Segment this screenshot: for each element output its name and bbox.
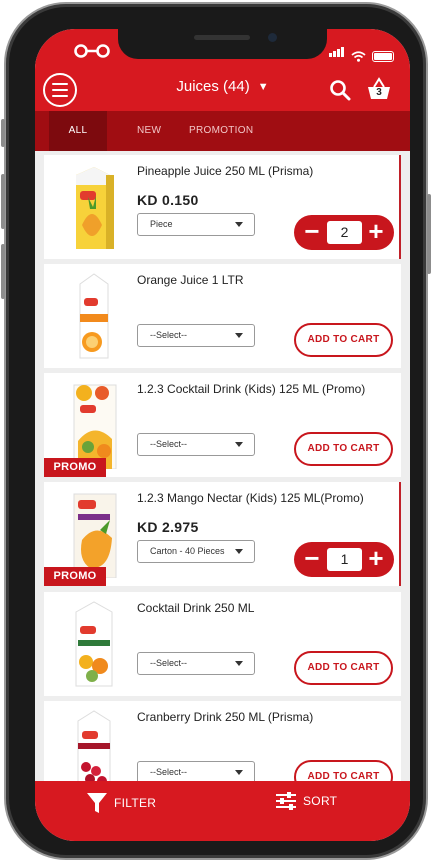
battery-icon <box>372 51 394 62</box>
unit-select[interactable]: --Select-- <box>137 761 255 781</box>
unit-select[interactable]: Piece <box>137 213 255 236</box>
sort-button[interactable]: SORT <box>275 791 337 811</box>
unit-select-value: --Select-- <box>150 330 188 340</box>
product-list[interactable]: Pineapple Juice 250 ML (Prisma) KD 0.150… <box>35 151 410 781</box>
category-title: Juices (44) <box>176 78 250 95</box>
chevron-down-icon <box>235 222 243 227</box>
unit-select-value: --Select-- <box>150 767 188 777</box>
chevron-down-icon <box>235 770 243 775</box>
product-card[interactable]: Cocktail Drink 250 ML --Select-- ADD TO … <box>44 592 401 696</box>
volume-down-button <box>1 244 5 299</box>
bottom-action-bar: FILTER SORT <box>35 781 410 841</box>
product-card[interactable]: Cranberry Drink 250 ML (Prisma) --Select… <box>44 701 401 781</box>
unit-select[interactable]: --Select-- <box>137 652 255 675</box>
add-to-cart-button[interactable]: ADD TO CART <box>294 323 393 357</box>
power-button <box>427 194 431 274</box>
unit-select-value: --Select-- <box>150 658 188 668</box>
chevron-down-icon <box>235 549 243 554</box>
product-card[interactable]: Pineapple Juice 250 ML (Prisma) KD 0.150… <box>44 155 401 259</box>
promo-badge: PROMO <box>44 458 106 477</box>
unit-select[interactable]: --Select-- <box>137 324 255 347</box>
quantity-stepper[interactable]: − 1 + <box>294 542 394 577</box>
filter-label: FILTER <box>114 796 157 810</box>
tab-new[interactable]: NEW <box>137 111 161 151</box>
filter-tabs: ALL NEW PROMOTION <box>35 111 410 151</box>
front-camera <box>268 33 277 42</box>
product-price: KD 0.150 <box>137 192 199 208</box>
mango-nectar-carton-icon <box>73 493 117 578</box>
volume-up-button <box>1 174 5 229</box>
product-name: Cranberry Drink 250 ML (Prisma) <box>137 710 314 724</box>
plus-icon[interactable]: + <box>361 542 391 577</box>
filter-icon <box>87 793 107 813</box>
tab-all[interactable]: ALL <box>49 111 107 151</box>
brand-logo-icon <box>74 44 110 58</box>
product-card[interactable]: PROMO 1.2.3 Cocktail Drink (Kids) 125 ML… <box>44 373 401 477</box>
cocktail-drink-carton-icon <box>73 384 117 469</box>
cart-count-badge: 3 <box>376 87 382 98</box>
product-name: 1.2.3 Cocktail Drink (Kids) 125 ML (Prom… <box>137 382 366 396</box>
unit-select-value: Piece <box>150 219 173 229</box>
tab-promotion[interactable]: PROMOTION <box>189 111 253 151</box>
add-to-cart-button[interactable]: ADD TO CART <box>294 432 393 466</box>
minus-icon[interactable]: − <box>297 542 327 577</box>
product-name: Pineapple Juice 250 ML (Prisma) <box>137 164 314 178</box>
orange-juice-carton-icon <box>79 273 109 359</box>
add-to-cart-button[interactable]: ADD TO CART <box>294 651 393 685</box>
sort-label: SORT <box>303 794 338 808</box>
wifi-icon <box>351 51 366 62</box>
cranberry-drink-carton-icon <box>77 710 111 781</box>
phone-frame: Juices (44) ▼ 3 ALL NEW PROMOTION Pineap… <box>1 2 431 860</box>
filter-button[interactable]: FILTER <box>86 791 156 815</box>
quantity-stepper[interactable]: − 2 + <box>294 215 394 250</box>
unit-select-value: --Select-- <box>150 439 188 449</box>
pineapple-juice-carton-icon <box>76 167 114 249</box>
chevron-down-icon <box>235 442 243 447</box>
sort-sliders-icon <box>276 792 296 810</box>
cellular-signal-icon <box>329 44 345 62</box>
status-icons <box>329 44 394 62</box>
chevron-down-icon <box>235 333 243 338</box>
product-price: KD 2.975 <box>137 519 199 535</box>
unit-select-value: Carton - 40 Pieces <box>150 546 225 556</box>
product-name: Orange Juice 1 LTR <box>137 273 244 287</box>
search-icon[interactable] <box>329 79 351 101</box>
promo-badge: PROMO <box>44 567 106 586</box>
plus-icon[interactable]: + <box>361 215 391 250</box>
chevron-down-icon: ▼ <box>257 81 269 93</box>
product-card[interactable]: PROMO 1.2.3 Mango Nectar (Kids) 125 ML(P… <box>44 482 401 586</box>
app-header: Juices (44) ▼ 3 <box>35 73 410 111</box>
category-dropdown[interactable]: Juices (44) ▼ <box>35 78 410 95</box>
product-name: Cocktail Drink 250 ML <box>137 601 255 615</box>
quantity-value[interactable]: 2 <box>327 221 362 244</box>
quantity-value[interactable]: 1 <box>327 548 362 571</box>
add-to-cart-button[interactable]: ADD TO CART <box>294 760 393 781</box>
chevron-down-icon <box>235 661 243 666</box>
app-screen: Juices (44) ▼ 3 ALL NEW PROMOTION Pineap… <box>35 29 410 841</box>
unit-select[interactable]: --Select-- <box>137 433 255 456</box>
minus-icon[interactable]: − <box>297 215 327 250</box>
product-card[interactable]: Orange Juice 1 LTR --Select-- ADD TO CAR… <box>44 264 401 368</box>
product-name: 1.2.3 Mango Nectar (Kids) 125 ML(Promo) <box>137 491 364 505</box>
unit-select[interactable]: Carton - 40 Pieces <box>137 540 255 563</box>
mute-switch <box>1 119 5 147</box>
cocktail-drink-carton-icon <box>75 601 113 687</box>
speaker <box>194 35 250 40</box>
notch <box>118 29 327 59</box>
